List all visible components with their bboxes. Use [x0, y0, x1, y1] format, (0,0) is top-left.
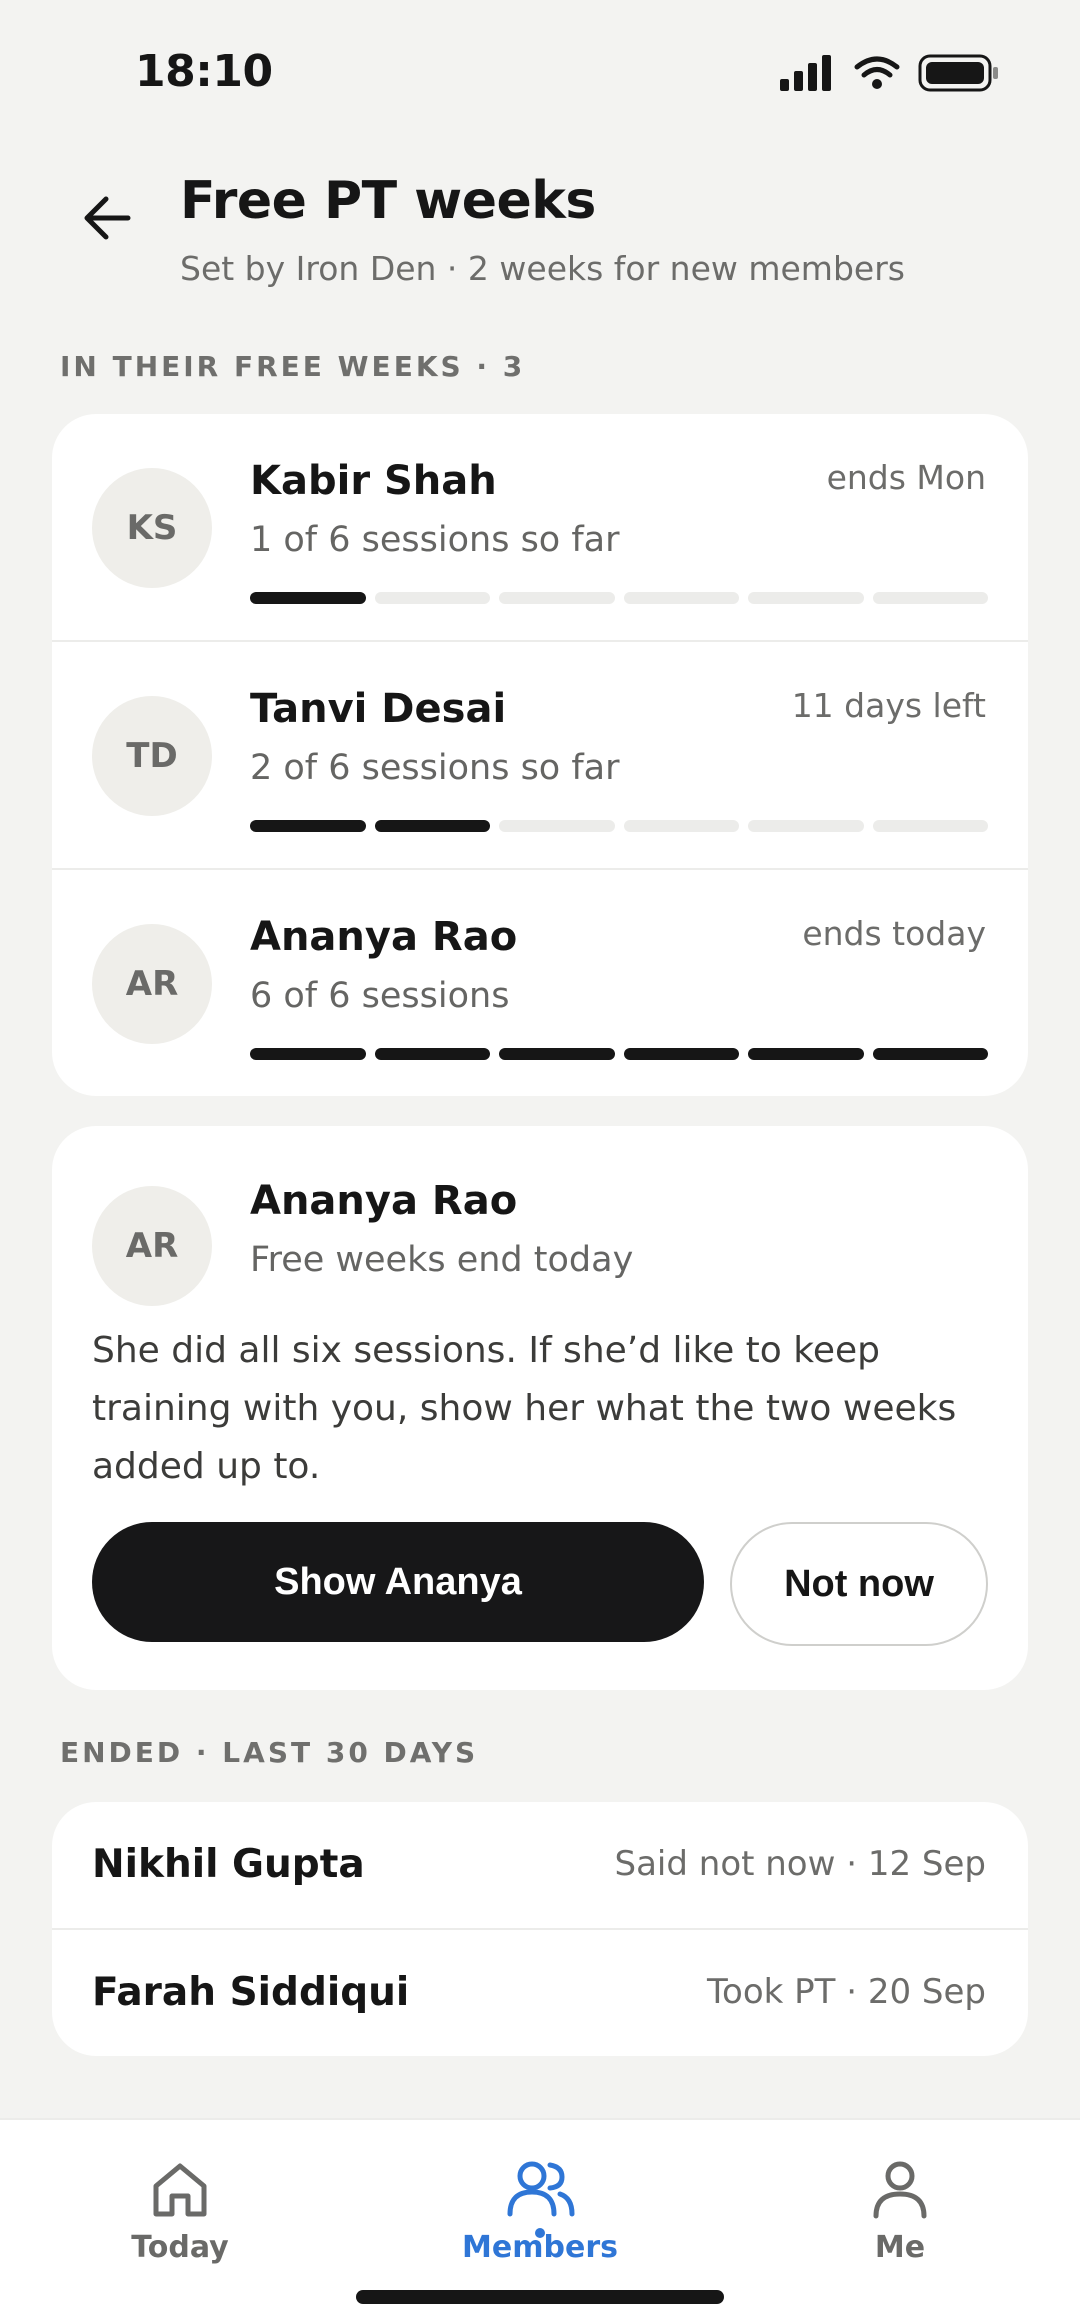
member-sessions: 1 of 6 sessions so far [250, 520, 620, 560]
progress-segment-done [250, 1048, 366, 1060]
progress-segment-done [374, 1048, 490, 1060]
progress-segment-done [250, 592, 366, 604]
avatar: AR [92, 924, 212, 1044]
tab-label: Today [131, 2230, 229, 2265]
member-row[interactable]: AR Ananya Rao 6 of 6 sessions ends today [52, 870, 1028, 1096]
progress-segment-empty [748, 820, 864, 832]
list-item[interactable]: Farah Siddiqui Took PT · 20 Sep [52, 1930, 1028, 2056]
progress-segment-empty [499, 592, 615, 604]
member-row[interactable]: TD Tanvi Desai 2 of 6 sessions so far 11… [52, 642, 1028, 870]
progress-segment-done [250, 820, 366, 832]
home-icon [153, 2163, 207, 2217]
tab-label: Me [874, 2230, 926, 2265]
show-member-button[interactable]: Show Ananya [92, 1522, 704, 1642]
ended-member-status: Took PT · 20 Sep [707, 1972, 986, 2012]
member-name: Kabir Shah [250, 458, 497, 504]
active-tab-dot [535, 2228, 545, 2238]
avatar: KS [92, 468, 212, 588]
ended-member-status: Said not now · 12 Sep [614, 1844, 986, 1884]
page-header: Free PT weeks Set by Iron Den · 2 weeks … [0, 165, 1080, 305]
progress-segment-empty [748, 592, 864, 604]
progress-segment-done [374, 820, 490, 832]
nudge-message: She did all six sessions. If she’d like … [92, 1330, 957, 1487]
progress-segment-done [623, 1048, 739, 1060]
signal-icon [780, 55, 831, 91]
nudge-subtitle: Free weeks end today [250, 1240, 634, 1280]
member-status: ends Mon [826, 458, 986, 497]
home-indicator [356, 2290, 724, 2304]
progress-segment-done [872, 1048, 988, 1060]
status-time: 18:10 [135, 46, 273, 97]
session-progress [250, 1048, 988, 1060]
session-progress [250, 820, 988, 832]
member-name: Tanvi Desai [250, 686, 507, 732]
progress-segment-empty [872, 592, 988, 604]
conversion-nudge-card: AR Ananya Rao Free weeks end today She d… [52, 1126, 1028, 1690]
battery-icon [918, 54, 998, 92]
member-status: ends today [802, 914, 986, 953]
session-progress [250, 592, 988, 604]
progress-segment-empty [374, 592, 490, 604]
member-name: Ananya Rao [250, 914, 518, 960]
member-row[interactable]: KS Kabir Shah 1 of 6 sessions so far end… [52, 414, 1028, 642]
list-item[interactable]: Nikhil Gupta Said not now · 12 Sep [52, 1802, 1028, 1930]
tab-today[interactable]: Today [80, 2120, 280, 2290]
avatar: TD [92, 696, 212, 816]
back-button[interactable] [78, 189, 136, 247]
page-title: Free PT weeks [180, 171, 596, 231]
member-sessions: 2 of 6 sessions so far [250, 748, 620, 788]
section-label-ended: ENDED · LAST 30 DAYS [60, 1736, 479, 1769]
member-sessions: 6 of 6 sessions [250, 976, 510, 1016]
progress-segment-empty [623, 820, 739, 832]
active-members-card: KS Kabir Shah 1 of 6 sessions so far end… [52, 414, 1028, 1096]
tab-members[interactable]: Members [440, 2120, 640, 2290]
nudge-member-name: Ananya Rao [250, 1178, 518, 1224]
ended-member-name: Farah Siddiqui [92, 1970, 410, 2015]
progress-segment-empty [623, 592, 739, 604]
page-subtitle: Set by Iron Den · 2 weeks for new member… [180, 249, 905, 288]
progress-segment-empty [872, 820, 988, 832]
section-label-active: IN THEIR FREE WEEKS · 3 [60, 350, 526, 383]
progress-segment-empty [499, 820, 615, 832]
person-icon [873, 2161, 927, 2219]
status-icons [780, 54, 1000, 92]
progress-segment-done [748, 1048, 864, 1060]
avatar: AR [92, 1186, 212, 1306]
ended-member-name: Nikhil Gupta [92, 1842, 365, 1887]
arrow-left-icon [84, 196, 131, 240]
member-status: 11 days left [791, 686, 986, 725]
members-icon [507, 2161, 575, 2217]
ended-members-card: Nikhil Gupta Said not now · 12 Sep Farah… [52, 1802, 1028, 2056]
tab-me[interactable]: Me [800, 2120, 1000, 2290]
wifi-icon [854, 56, 900, 89]
progress-segment-done [499, 1048, 615, 1060]
status-bar: 18:10 [0, 0, 1080, 150]
not-now-button[interactable]: Not now [730, 1522, 988, 1646]
